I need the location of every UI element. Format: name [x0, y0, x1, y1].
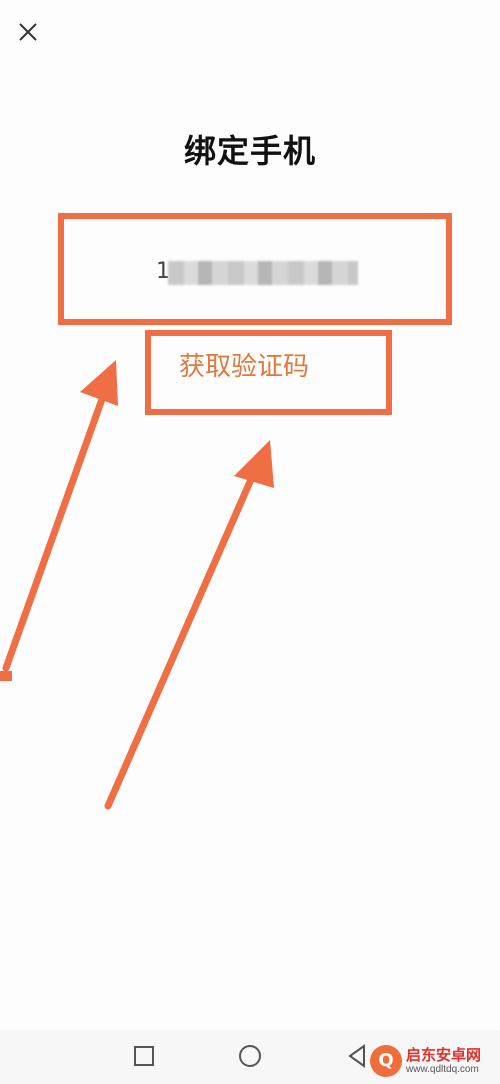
site-watermark: Q 启东安卓网 www.qdltdq.com: [370, 1044, 494, 1078]
square-icon[interactable]: [113, 1030, 173, 1084]
annotation-marker: [0, 671, 12, 681]
annotation-arrows: [0, 360, 274, 810]
watermark-title: 启东安卓网: [406, 1046, 482, 1064]
annotation-arrow-right: [104, 464, 260, 810]
watermark-url: www.qdltdq.com: [406, 1064, 479, 1075]
circle-icon[interactable]: [220, 1030, 280, 1084]
annotation-arrowhead-right: [234, 440, 274, 488]
watermark-logo-icon: Q: [370, 1045, 402, 1077]
annotation-arrow-left: [2, 384, 110, 672]
